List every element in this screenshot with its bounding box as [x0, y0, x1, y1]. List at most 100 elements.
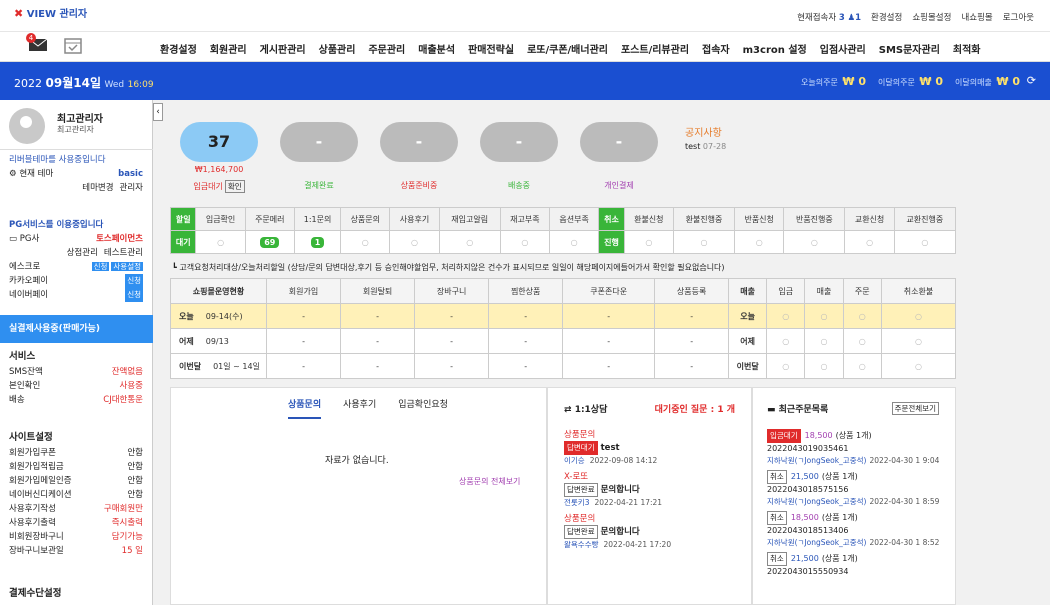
today-order-label: 오늘의주문: [801, 78, 838, 87]
menu-item-13[interactable]: 최적화: [953, 41, 981, 56]
naver-apply[interactable]: 신청: [125, 288, 143, 302]
menu-item-0[interactable]: 환경설정: [160, 41, 197, 56]
theme-manage-link[interactable]: 관리자: [120, 181, 143, 195]
status-cell[interactable]: ○: [893, 230, 957, 254]
tab-reviews[interactable]: 사용후기: [343, 397, 376, 419]
mail-icon[interactable]: 4: [26, 33, 48, 54]
month-sales: 이달의매출 ₩ 0: [955, 75, 1020, 88]
link-settings[interactable]: 환경설정: [871, 11, 902, 23]
stats-row-name: 이번달: [179, 361, 202, 371]
status-cell[interactable]: ○: [734, 230, 785, 254]
site-key: 비회원장바구니: [9, 532, 64, 542]
link-logout[interactable]: 로그아웃: [1003, 11, 1034, 23]
menu-item-6[interactable]: 판매전략실: [468, 41, 514, 56]
stats-table: 쇼핑몰운영현황 회원가입 회원탈퇴 장바구니 찜한상품 쿠폰존다운 상품등록 매출 입금 매출 주문…: [170, 278, 957, 379]
app-logo[interactable]: ✖ VIEW 관리자: [14, 5, 87, 20]
menu-item-7[interactable]: 로또/쿠폰/배너관리: [527, 41, 608, 56]
status-head-progress: 진행: [598, 230, 625, 254]
notice-item[interactable]: test 07-28: [685, 142, 726, 151]
services-list: SMS잔액 잔액없음 본인확인 사용중 배송 CJ대한통운: [0, 365, 153, 407]
order-item[interactable]: 취소 18,500 (상품 1개) 2022043018513406 지하낙원(ㄱJon…: [767, 511, 955, 549]
status-cell[interactable]: ○: [438, 230, 501, 254]
order-user: 지하낙원(ㄱJongSeok_고중석): [767, 538, 867, 547]
orders-view-all-button[interactable]: 주문전체보기: [891, 402, 939, 415]
summary-circle[interactable]: -: [480, 122, 558, 162]
year: 2022: [14, 77, 42, 90]
theme-change-link[interactable]: 테마변경: [82, 181, 113, 195]
calendar-icon[interactable]: [64, 36, 84, 54]
consult-item-title: test: [600, 443, 620, 453]
summary-circle[interactable]: -: [380, 122, 458, 162]
month-order-label: 이달의주문: [878, 78, 915, 87]
menu-item-4[interactable]: 주문관리: [368, 41, 405, 56]
order-totals: 오늘의주문 ₩ 0 이달의주문 ₩ 0 이달의매출 ₩ 0: [801, 75, 1020, 88]
status-cell[interactable]: ○: [389, 230, 440, 254]
online-users-count: 1: [855, 13, 862, 23]
stats-cell2: ○: [804, 328, 844, 354]
menu-item-1[interactable]: 회원관리: [210, 41, 247, 56]
stats-cell2: ○: [804, 353, 844, 379]
theme-value: basic: [118, 169, 143, 179]
kakao-apply[interactable]: 신청: [125, 274, 143, 288]
escrow-setting[interactable]: 사용설정: [111, 262, 143, 271]
menu-item-3[interactable]: 상품관리: [319, 41, 356, 56]
status-cell[interactable]: ○: [783, 230, 846, 254]
status-col: 1:1문의: [293, 207, 342, 231]
menu-item-10[interactable]: m3cron 설정: [743, 41, 807, 56]
tab-product-qa[interactable]: 상품문의: [288, 397, 322, 419]
order-number: 2022043018513406: [767, 526, 849, 535]
order-status: 입금대기: [767, 429, 801, 443]
stats-col: 상품등록: [654, 278, 730, 304]
status-cell[interactable]: ○: [623, 230, 674, 254]
order-item[interactable]: 입금대기 18,500 (상품 1개) 2022043019035461 지하낙원(ㄱJ…: [767, 429, 955, 467]
tab-deposit-request[interactable]: 입금확인요청: [398, 397, 448, 419]
status-cell[interactable]: ○: [195, 230, 246, 254]
online-users[interactable]: 현재접속자 3 ♟1: [797, 11, 861, 23]
summary-circle[interactable]: -: [280, 122, 358, 162]
link-mall-settings[interactable]: 쇼핑몰설정: [912, 11, 951, 23]
summary-confirm-button[interactable]: 확인: [224, 180, 245, 193]
site-value: 안함: [127, 490, 143, 500]
link-my-mall[interactable]: 내쇼핑몰: [961, 11, 992, 23]
summary-circle[interactable]: -: [580, 122, 658, 162]
pg-mall-link[interactable]: 상점관리: [67, 246, 98, 260]
notice-title[interactable]: 공지사항: [685, 124, 722, 139]
service-value: 잔액없음: [111, 367, 143, 377]
consult-item[interactable]: X-로또 답변완료 문의합니다 전롯키3 2022-04-21 17:21: [564, 471, 751, 509]
menu-item-9[interactable]: 접속자: [702, 41, 730, 56]
status-cell[interactable]: ○: [672, 230, 736, 254]
stats-cell: -: [654, 303, 730, 329]
stats-cell: -: [562, 353, 656, 379]
escrow-apply[interactable]: 신청: [91, 262, 110, 271]
status-cell[interactable]: ○: [844, 230, 895, 254]
site-key: 회원가입메일인증: [9, 476, 72, 486]
status-cell[interactable]: ○: [499, 230, 551, 254]
order-count: (상품 1개): [821, 472, 858, 481]
consult-item[interactable]: 상품문의 답변완료 문의합니다 왈욕수수빵 2022-04-21 17:20: [564, 513, 751, 551]
stats-cell: -: [488, 328, 564, 354]
consult-item[interactable]: 상품문의 답변대기 test 이기승 2022-09-08 14:12: [564, 429, 751, 467]
menu-item-2[interactable]: 게시판관리: [260, 41, 306, 56]
menu-item-8[interactable]: 포스트/리뷰관리: [621, 41, 689, 56]
status-cell[interactable]: 69: [244, 230, 295, 254]
status-cell[interactable]: ○: [549, 230, 600, 254]
stats-cell2: ○: [842, 353, 882, 379]
order-item[interactable]: 취소 21,500 (상품 1개) 2022043015550934: [767, 552, 955, 578]
menu-item-11[interactable]: 입점사관리: [820, 41, 866, 56]
stats-row-label: 이번달 01일 ~ 14일: [170, 353, 267, 379]
status-head-wait: 대기: [169, 230, 197, 254]
service-key: 본인확인: [9, 381, 41, 391]
refresh-icon[interactable]: ⟳: [1027, 74, 1036, 87]
summary-circle[interactable]: 37: [180, 122, 258, 162]
status-cell[interactable]: 1: [293, 230, 342, 254]
menu-item-12[interactable]: SMS문자관리: [879, 41, 940, 56]
stats-cell: -: [562, 328, 656, 354]
menu-item-5[interactable]: 매출분석: [418, 41, 455, 56]
stats-cell2: ○: [766, 328, 806, 354]
order-item[interactable]: 취소 21,500 (상품 1개) 2022043018575156 지하낙원(ㄱJon…: [767, 470, 955, 508]
status-cell[interactable]: ○: [340, 230, 391, 254]
collapse-sidebar-button[interactable]: ‹: [153, 103, 163, 121]
qa-view-all-link[interactable]: 상품문의 전체보기: [459, 476, 520, 487]
pg-test-link[interactable]: 테스트관리: [104, 246, 143, 260]
day: 09월14일: [45, 76, 101, 90]
